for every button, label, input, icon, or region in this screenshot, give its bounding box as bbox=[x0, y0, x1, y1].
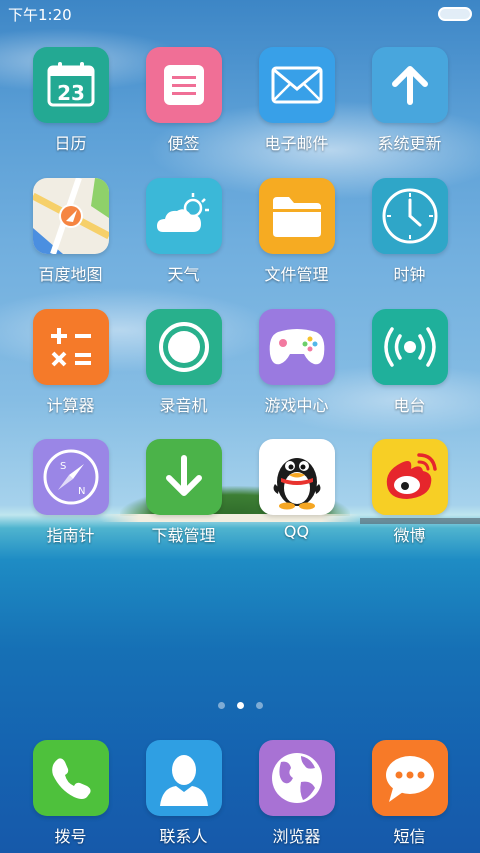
record-icon bbox=[145, 309, 222, 385]
calendar-day: 23 bbox=[57, 81, 85, 105]
app-weibo[interactable]: 微博 bbox=[353, 439, 466, 549]
dock-contacts[interactable]: 联系人 bbox=[127, 740, 240, 850]
app-qq[interactable]: QQ bbox=[240, 439, 353, 549]
app-notes[interactable]: 便签 bbox=[127, 47, 240, 157]
app-label: 电台 bbox=[393, 396, 426, 415]
page-dot-current[interactable] bbox=[236, 702, 244, 709]
weibo-icon bbox=[371, 439, 448, 515]
dock-messages[interactable]: 短信 bbox=[353, 740, 466, 850]
app-label: 便签 bbox=[167, 134, 200, 153]
app-label: 计算器 bbox=[46, 396, 95, 415]
app-label: 微博 bbox=[393, 526, 426, 545]
contacts-icon bbox=[145, 740, 222, 816]
page-dot[interactable] bbox=[217, 702, 225, 709]
app-label: 系统更新 bbox=[377, 134, 442, 153]
mail-icon bbox=[258, 47, 335, 123]
app-file-manager[interactable]: 文件管理 bbox=[240, 178, 353, 288]
svg-text:N: N bbox=[78, 486, 85, 497]
app-label: 时钟 bbox=[393, 265, 426, 284]
calendar-icon: 23 bbox=[32, 47, 109, 123]
phone-icon bbox=[32, 740, 109, 816]
update-arrow-icon bbox=[371, 47, 448, 123]
browser-globe-icon bbox=[258, 740, 335, 816]
folder-icon bbox=[258, 178, 335, 254]
app-label: 拨号 bbox=[54, 827, 87, 846]
radio-icon bbox=[371, 309, 448, 385]
app-email[interactable]: 电子邮件 bbox=[240, 47, 353, 157]
dock-browser[interactable]: 浏览器 bbox=[240, 740, 353, 850]
map-icon bbox=[32, 178, 109, 254]
app-download-manager[interactable]: 下载管理 bbox=[127, 439, 240, 549]
dock-phone[interactable]: 拨号 bbox=[14, 740, 127, 850]
status-bar: 下午1:20 bbox=[0, 0, 480, 28]
app-label: 录音机 bbox=[159, 396, 208, 415]
app-label: 日历 bbox=[54, 134, 87, 153]
page-indicator bbox=[0, 702, 480, 710]
battery-icon bbox=[438, 7, 472, 21]
app-recorder[interactable]: 录音机 bbox=[127, 309, 240, 419]
app-weather[interactable]: 天气 bbox=[127, 178, 240, 288]
app-calendar[interactable]: 23 日历 bbox=[14, 47, 127, 157]
gamepad-icon bbox=[258, 309, 335, 385]
app-label: 浏览器 bbox=[272, 827, 321, 846]
weather-icon bbox=[145, 178, 222, 254]
app-label: 文件管理 bbox=[264, 265, 329, 284]
qq-penguin-icon bbox=[258, 439, 335, 515]
app-label: 指南针 bbox=[46, 526, 95, 545]
status-time: 下午1:20 bbox=[8, 5, 72, 24]
app-radio[interactable]: 电台 bbox=[353, 309, 466, 419]
app-label: 短信 bbox=[393, 827, 426, 846]
notes-icon bbox=[145, 47, 222, 123]
app-baidu-map[interactable]: 百度地图 bbox=[14, 178, 127, 288]
calculator-icon bbox=[32, 309, 109, 385]
page-dot[interactable] bbox=[255, 702, 263, 709]
app-label: 下载管理 bbox=[151, 526, 216, 545]
app-calculator[interactable]: 计算器 bbox=[14, 309, 127, 419]
app-compass[interactable]: S N 指南针 bbox=[14, 439, 127, 549]
app-system-update[interactable]: 系统更新 bbox=[353, 47, 466, 157]
app-label: QQ bbox=[283, 522, 310, 541]
app-game-center[interactable]: 游戏中心 bbox=[240, 309, 353, 419]
clock-icon bbox=[371, 178, 448, 254]
app-clock[interactable]: 时钟 bbox=[353, 178, 466, 288]
message-icon bbox=[371, 740, 448, 816]
app-label: 游戏中心 bbox=[264, 396, 329, 415]
download-icon bbox=[145, 439, 222, 515]
svg-text:S: S bbox=[60, 461, 66, 472]
app-label: 天气 bbox=[167, 265, 200, 284]
app-label: 联系人 bbox=[159, 827, 208, 846]
app-label: 电子邮件 bbox=[264, 134, 329, 153]
app-label: 百度地图 bbox=[38, 265, 103, 284]
compass-icon: S N bbox=[32, 439, 109, 515]
